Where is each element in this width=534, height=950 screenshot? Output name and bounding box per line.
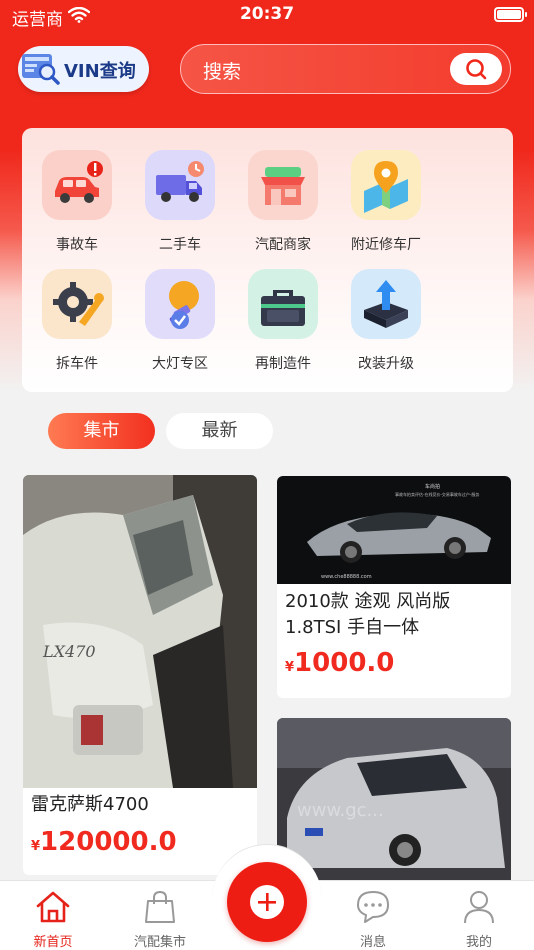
vin-query-label: VIN查询 <box>64 61 136 82</box>
product-price: ¥120000.0 <box>31 827 177 857</box>
category-parts-store[interactable]: 汽配商家 <box>233 150 333 260</box>
battery-icon <box>494 7 527 22</box>
category-accident-car[interactable]: 事故车 <box>27 150 127 260</box>
category-tile <box>42 269 112 339</box>
product-title-line: 1.8TSI 手自一体 <box>285 617 420 638</box>
product-title: 2010款 途观 风尚版 1.8TSI 手自一体 <box>285 589 450 641</box>
user-icon <box>464 891 494 924</box>
toolbox-icon <box>261 290 305 326</box>
tab-market[interactable]: 集市 <box>48 413 155 449</box>
category-tile <box>42 150 112 220</box>
shopping-bag-icon <box>145 890 175 923</box>
image-caption-sub: 事故车拍卖评估-在线竞价-交易事故车过户-服务 <box>395 491 479 497</box>
vin-card-icon <box>22 54 60 85</box>
category-label: 再制造件 <box>255 356 311 372</box>
accident-car-icon <box>55 161 103 203</box>
home-icon <box>36 891 70 923</box>
price-value: 1000.0 <box>294 648 395 678</box>
image-watermark: www.gc... <box>297 800 384 821</box>
product-image: LX470 <box>23 475 257 788</box>
category-dismantled-parts[interactable]: 拆车件 <box>27 269 127 379</box>
category-remanufactured[interactable]: 再制造件 <box>233 269 333 379</box>
tabbar-item-messages[interactable]: 消息 <box>328 881 418 950</box>
publish-button[interactable] <box>227 862 307 942</box>
category-tile <box>351 269 421 339</box>
tab-latest[interactable]: 最新 <box>166 413 273 449</box>
image-caption-top: 车尚拍 <box>425 483 440 490</box>
tabbar-label: 汽配集市 <box>133 935 186 950</box>
search-bar[interactable]: 搜索 <box>180 44 511 94</box>
currency-symbol: ¥ <box>31 839 41 854</box>
map-pin-icon <box>364 161 408 213</box>
chat-bubble-icon <box>357 891 389 923</box>
category-panel: 事故车 二手车 汽配商家 附近修车厂 拆车件 大灯专区 再制造件 改装升级 <box>22 128 513 392</box>
price-value: 120000.0 <box>40 827 177 857</box>
category-label: 拆车件 <box>56 356 98 372</box>
product-card[interactable]: www.gc... <box>277 718 511 888</box>
search-icon <box>466 59 487 80</box>
category-label: 大灯专区 <box>152 356 208 372</box>
search-button[interactable] <box>450 53 502 85</box>
category-used-car[interactable]: 二手车 <box>130 150 230 260</box>
tabbar-item-home[interactable]: 新首页 <box>8 881 98 950</box>
bulb-icon <box>169 281 199 329</box>
clock: 20:37 <box>239 4 295 24</box>
used-truck-icon <box>156 161 204 202</box>
category-tile <box>145 150 215 220</box>
category-headlights[interactable]: 大灯专区 <box>130 269 230 379</box>
category-tile <box>145 269 215 339</box>
publish-button-inner <box>250 885 284 919</box>
product-title-line: 2010款 途观 风尚版 <box>285 591 451 612</box>
status-bar: 运营商 20:37 <box>0 0 534 30</box>
vin-query-button[interactable]: VIN查询 <box>18 46 149 92</box>
upgrade-icon <box>364 280 408 328</box>
category-modification[interactable]: 改装升级 <box>336 269 436 379</box>
tabbar-item-parts-market[interactable]: 汽配集市 <box>115 881 205 950</box>
category-label: 汽配商家 <box>255 237 311 253</box>
gear-wrench-icon <box>53 282 104 326</box>
image-caption-bottom: www.che88888.com <box>321 574 372 580</box>
product-card[interactable]: LX470 雷克萨斯4700 ¥120000.0 <box>23 475 257 875</box>
tabbar-label: 消息 <box>359 935 386 950</box>
parts-store-icon <box>261 167 305 205</box>
category-label: 附近修车厂 <box>351 237 421 253</box>
plus-icon <box>258 893 276 911</box>
category-tile <box>248 269 318 339</box>
tabbar-label: 新首页 <box>33 935 73 950</box>
category-label: 事故车 <box>56 237 98 253</box>
category-label: 二手车 <box>159 237 201 253</box>
tabbar-label: 我的 <box>465 935 492 950</box>
currency-symbol: ¥ <box>285 660 295 675</box>
product-price: ¥1000.0 <box>285 648 394 678</box>
category-nearby-repair[interactable]: 附近修车厂 <box>336 150 436 260</box>
product-image: 车尚拍 事故车拍卖评估-在线竞价-交易事故车过户-服务 www.che88888… <box>277 476 511 584</box>
product-image: www.gc... <box>277 718 511 888</box>
svg-text:LX470: LX470 <box>42 642 96 661</box>
category-label: 改装升级 <box>358 356 414 372</box>
product-title: 雷克萨斯4700 <box>31 794 149 815</box>
product-card[interactable]: 车尚拍 事故车拍卖评估-在线竞价-交易事故车过户-服务 www.che88888… <box>277 476 511 698</box>
search-placeholder: 搜索 <box>203 61 242 83</box>
category-tile <box>351 150 421 220</box>
category-tile <box>248 150 318 220</box>
tabbar-item-profile[interactable]: 我的 <box>434 881 524 950</box>
